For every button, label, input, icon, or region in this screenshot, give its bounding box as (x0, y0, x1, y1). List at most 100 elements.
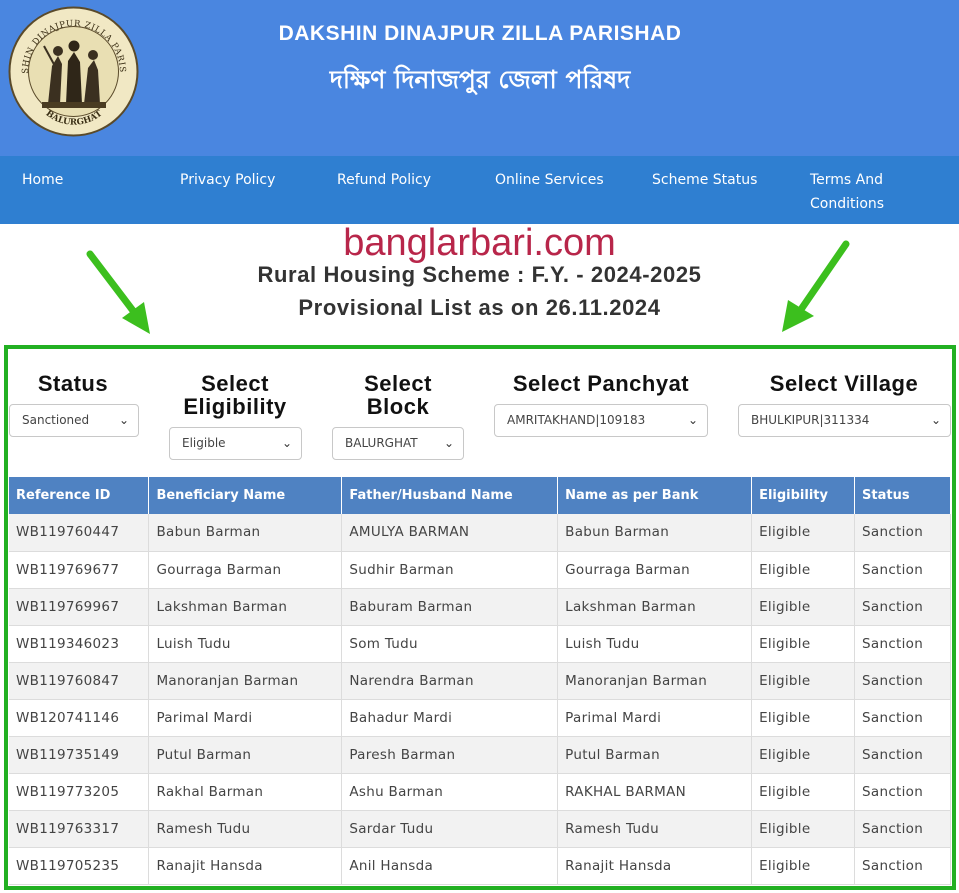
cell-beneficiary-name: Manoranjan Barman (148, 662, 343, 700)
village-filter-label: Select Village (769, 371, 919, 396)
block-label-line2: Block (366, 394, 430, 419)
table-row: WB119705235 Ranajit Hansda Anil Hansda Rana… (9, 847, 951, 885)
chevron-down-icon: ⌄ (687, 413, 698, 427)
cell-status: Sanction (854, 810, 951, 848)
site-title-bengali: দক্ষিণ দিনাজপুর জেলা পরিষদ (329, 65, 631, 94)
cell-father-husband-name: Ashu Barman (341, 773, 559, 811)
nav-home[interactable]: Home (22, 168, 63, 192)
chevron-down-icon: ⌄ (281, 436, 292, 450)
nav-terms-line1: Terms And (810, 172, 884, 188)
cell-reference-id: WB119705235 (9, 847, 150, 885)
cell-eligibility: Eligible (751, 810, 856, 848)
nav-terms-line2: Conditions (810, 196, 885, 212)
cell-name-as-per-bank: Putul Barman (557, 736, 753, 774)
cell-name-as-per-bank: RAKHAL BARMAN (557, 773, 753, 811)
cell-name-as-per-bank: Gourraga Barman (557, 551, 753, 589)
table-row: WB120741146 Parimal Mardi Bahadur Mardi Par… (9, 699, 951, 737)
nav-terms-and-conditions[interactable]: Terms And Conditions (810, 168, 884, 216)
cell-status: Sanction (854, 551, 951, 589)
cell-father-husband-name: Baburam Barman (341, 588, 559, 626)
column-header-name-as-per-bank[interactable]: Name as per Bank (557, 477, 753, 514)
status-filter-label: Status (37, 371, 109, 396)
column-header-status[interactable]: Status (854, 477, 951, 514)
cell-reference-id: WB119735149 (9, 736, 150, 774)
cell-status: Sanction (854, 514, 951, 552)
table-row: WB119769677 Gourraga Barman Sudhir Barman G… (9, 551, 951, 589)
status-select[interactable]: Sanctioned ⌄ (9, 404, 139, 437)
panchyat-select-value: AMRITAKHAND|109183 (507, 413, 646, 427)
block-select[interactable]: BALURGHAT ⌄ (332, 427, 464, 460)
chevron-down-icon: ⌄ (930, 413, 941, 427)
cell-eligibility: Eligible (751, 514, 856, 552)
chevron-down-icon: ⌄ (118, 413, 129, 427)
block-filter-label: Select Block (328, 372, 468, 418)
cell-eligibility: Eligible (751, 625, 856, 663)
cell-reference-id: WB119773205 (9, 773, 150, 811)
table-row: WB119760847 Manoranjan Barman Narendra Bar… (9, 662, 951, 700)
cell-reference-id: WB120741146 (9, 699, 150, 737)
column-header-eligibility[interactable]: Eligibility (751, 477, 856, 514)
cell-reference-id: WB119760447 (9, 514, 150, 552)
cell-reference-id: WB119769967 (9, 588, 150, 626)
nav-online-services[interactable]: Online Services (495, 168, 604, 192)
village-select[interactable]: BHULKIPUR|311334 ⌄ (738, 404, 951, 437)
cell-eligibility: Eligible (751, 588, 856, 626)
beneficiary-table: Reference ID Beneficiary Name Father/Hus… (9, 477, 951, 885)
chevron-down-icon: ⌄ (443, 436, 454, 450)
cell-name-as-per-bank: Lakshman Barman (557, 588, 753, 626)
cell-beneficiary-name: Rakhal Barman (148, 773, 343, 811)
table-header-row: Reference ID Beneficiary Name Father/Hus… (9, 477, 951, 514)
cell-beneficiary-name: Ranajit Hansda (148, 847, 343, 885)
table-row: WB119346023 Luish Tudu Som Tudu Luish Tudu E… (9, 625, 951, 663)
cell-reference-id: WB119760847 (9, 662, 150, 700)
eligibility-label-line1: Select (201, 371, 269, 396)
cell-status: Sanction (854, 773, 951, 811)
cell-reference-id: WB119346023 (9, 625, 150, 663)
status-select-value: Sanctioned (22, 413, 90, 427)
site-header: DAKSHIN DINAJPUR ZILLA PARISHAD BALURGHA… (0, 0, 959, 156)
village-select-value: BHULKIPUR|311334 (751, 413, 870, 427)
cell-name-as-per-bank: Babun Barman (557, 514, 753, 552)
cell-beneficiary-name: Parimal Mardi (148, 699, 343, 737)
cell-beneficiary-name: Luish Tudu (148, 625, 343, 663)
cell-status: Sanction (854, 847, 951, 885)
cell-reference-id: WB119769677 (9, 551, 150, 589)
column-header-beneficiary-name[interactable]: Beneficiary Name (148, 477, 343, 514)
cell-eligibility: Eligible (751, 662, 856, 700)
nav-privacy-policy[interactable]: Privacy Policy (180, 168, 275, 192)
cell-name-as-per-bank: Luish Tudu (557, 625, 753, 663)
cell-status: Sanction (854, 699, 951, 737)
cell-status: Sanction (854, 625, 951, 663)
cell-father-husband-name: AMULYA BARMAN (341, 514, 559, 552)
cell-reference-id: WB119763317 (9, 810, 150, 848)
table-row: WB119769967 Lakshman Barman Baburam Barman… (9, 588, 951, 626)
cell-name-as-per-bank: Ramesh Tudu (557, 810, 753, 848)
column-header-reference-id[interactable]: Reference ID (9, 477, 150, 514)
table-row: WB119773205 Rakhal Barman Ashu Barman RAKHA… (9, 773, 951, 811)
panchyat-filter-label: Select Panchyat (512, 371, 690, 396)
cell-father-husband-name: Bahadur Mardi (341, 699, 559, 737)
eligibility-select[interactable]: Eligible ⌄ (169, 427, 302, 460)
cell-eligibility: Eligible (751, 699, 856, 737)
cell-father-husband-name: Paresh Barman (341, 736, 559, 774)
table-row: WB119760447 Babun Barman AMULYA BARMAN Babu… (9, 514, 951, 552)
cell-beneficiary-name: Gourraga Barman (148, 551, 343, 589)
panchyat-select[interactable]: AMRITAKHAND|109183 ⌄ (494, 404, 708, 437)
cell-name-as-per-bank: Parimal Mardi (557, 699, 753, 737)
table-body: WB119760447 Babun Barman AMULYA BARMAN Babu… (9, 514, 951, 885)
cell-eligibility: Eligible (751, 847, 856, 885)
eligibility-label-line2: Eligibility (183, 394, 287, 419)
green-arrow-right-icon (782, 240, 850, 332)
table-row: WB119763317 Ramesh Tudu Sardar Tudu Ramesh … (9, 810, 951, 848)
nav-refund-policy[interactable]: Refund Policy (337, 168, 431, 192)
cell-name-as-per-bank: Ranajit Hansda (557, 847, 753, 885)
cell-status: Sanction (854, 662, 951, 700)
table-row: WB119735149 Putul Barman Paresh Barman Putu… (9, 736, 951, 774)
block-label-line1: Select (364, 371, 432, 396)
nav-scheme-status[interactable]: Scheme Status (652, 168, 757, 192)
cell-father-husband-name: Sardar Tudu (341, 810, 559, 848)
column-header-father-husband-name[interactable]: Father/Husband Name (341, 477, 559, 514)
cell-beneficiary-name: Putul Barman (148, 736, 343, 774)
cell-eligibility: Eligible (751, 736, 856, 774)
main-nav: Home Privacy Policy Refund Policy Online… (0, 156, 959, 224)
